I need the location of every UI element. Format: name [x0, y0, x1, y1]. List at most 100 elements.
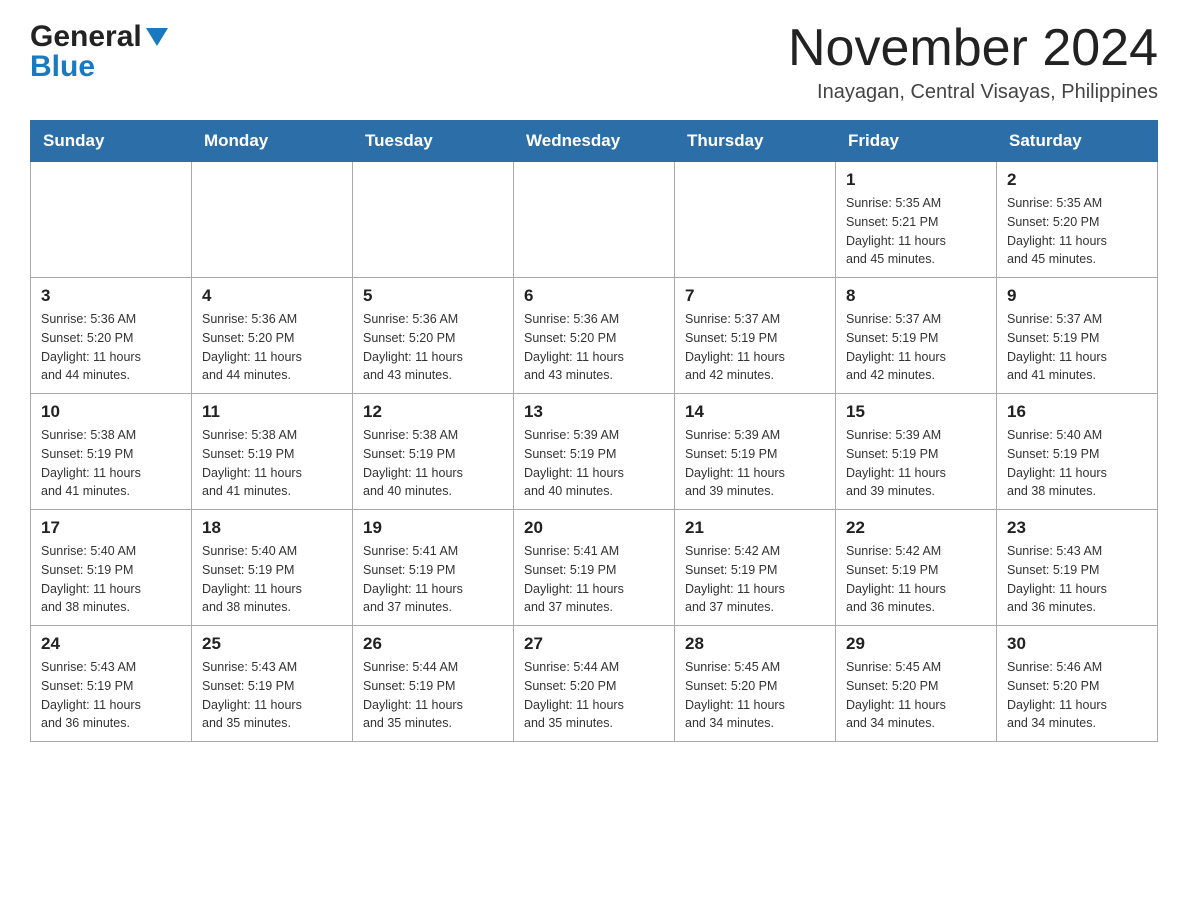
day-info: Sunrise: 5:37 AM Sunset: 5:19 PM Dayligh…	[846, 310, 986, 385]
table-row: 8Sunrise: 5:37 AM Sunset: 5:19 PM Daylig…	[836, 278, 997, 394]
table-row: 25Sunrise: 5:43 AM Sunset: 5:19 PM Dayli…	[192, 626, 353, 742]
col-monday: Monday	[192, 121, 353, 162]
day-info: Sunrise: 5:36 AM Sunset: 5:20 PM Dayligh…	[524, 310, 664, 385]
day-number: 16	[1007, 402, 1147, 422]
day-number: 3	[41, 286, 181, 306]
table-row: 29 Sunrise: 5:45 AM Sunset: 5:20 PM Dayli…	[836, 626, 997, 742]
table-row: 18 Sunrise: 5:40 AM Sunset: 5:19 PM Dayli…	[192, 510, 353, 626]
day-number: 21	[685, 518, 825, 538]
table-row: 16Sunrise: 5:40 AM Sunset: 5:19 PM Dayli…	[997, 394, 1158, 510]
table-row: 11Sunrise: 5:38 AM Sunset: 5:19 PM Dayli…	[192, 394, 353, 510]
table-row: 9 Sunrise: 5:37 AM Sunset: 5:19 PM Daylig…	[997, 278, 1158, 394]
logo-blue-text: Blue	[30, 50, 95, 84]
day-info: Sunrise: 5:36 AM Sunset: 5:20 PM Dayligh…	[363, 310, 503, 385]
day-number: 2	[1007, 170, 1147, 190]
day-number: 1	[846, 170, 986, 190]
day-info: Sunrise: 5:45 AM Sunset: 5:20 PM Dayligh…	[685, 658, 825, 733]
day-number: 5	[363, 286, 503, 306]
day-info: Sunrise: 5:39 AM Sunset: 5:19 PM Dayligh…	[685, 426, 825, 501]
day-info: Sunrise: 5:46 AM Sunset: 5:20 PM Dayligh…	[1007, 658, 1147, 733]
table-row: 23 Sunrise: 5:43 AM Sunset: 5:19 PM Dayli…	[997, 510, 1158, 626]
day-info: Sunrise: 5:40 AM Sunset: 5:19 PM Dayligh…	[202, 542, 342, 617]
day-info: Sunrise: 5:37 AM Sunset: 5:19 PM Dayligh…	[1007, 310, 1147, 385]
day-number: 7	[685, 286, 825, 306]
day-info: Sunrise: 5:44 AM Sunset: 5:19 PM Dayligh…	[363, 658, 503, 733]
table-row	[192, 162, 353, 278]
logo-general-text: General	[30, 20, 142, 54]
day-info: Sunrise: 5:35 AM Sunset: 5:20 PM Dayligh…	[1007, 194, 1147, 269]
table-row: 5 Sunrise: 5:36 AM Sunset: 5:20 PM Daylig…	[353, 278, 514, 394]
day-info: Sunrise: 5:40 AM Sunset: 5:19 PM Dayligh…	[41, 542, 181, 617]
table-row: 15Sunrise: 5:39 AM Sunset: 5:19 PM Dayli…	[836, 394, 997, 510]
day-number: 29	[846, 634, 986, 654]
day-number: 28	[685, 634, 825, 654]
table-row	[31, 162, 192, 278]
col-wednesday: Wednesday	[514, 121, 675, 162]
col-saturday: Saturday	[997, 121, 1158, 162]
table-row: 6 Sunrise: 5:36 AM Sunset: 5:20 PM Daylig…	[514, 278, 675, 394]
day-info: Sunrise: 5:43 AM Sunset: 5:19 PM Dayligh…	[1007, 542, 1147, 617]
page-header: General Blue November 2024 Inayagan, Cen…	[30, 20, 1158, 104]
table-row: 14 Sunrise: 5:39 AM Sunset: 5:19 PM Dayli…	[675, 394, 836, 510]
day-number: 18	[202, 518, 342, 538]
calendar-week-row: 24 Sunrise: 5:43 AM Sunset: 5:19 PM Dayli…	[31, 626, 1158, 742]
table-row: 30 Sunrise: 5:46 AM Sunset: 5:20 PM Dayli…	[997, 626, 1158, 742]
col-tuesday: Tuesday	[353, 121, 514, 162]
table-row: 3 Sunrise: 5:36 AM Sunset: 5:20 PM Daylig…	[31, 278, 192, 394]
day-number: 27	[524, 634, 664, 654]
calendar-week-row: 10 Sunrise: 5:38 AM Sunset: 5:19 PM Dayli…	[31, 394, 1158, 510]
calendar-table: Sunday Monday Tuesday Wednesday Thursday…	[30, 120, 1158, 742]
day-number: 9	[1007, 286, 1147, 306]
table-row	[353, 162, 514, 278]
table-row: 1 Sunrise: 5:35 AM Sunset: 5:21 PM Daylig…	[836, 162, 997, 278]
day-info: Sunrise: 5:39 AM Sunset: 5:19 PM Dayligh…	[524, 426, 664, 501]
table-row: 22 Sunrise: 5:42 AM Sunset: 5:19 PM Dayli…	[836, 510, 997, 626]
calendar-week-row: 1 Sunrise: 5:35 AM Sunset: 5:21 PM Daylig…	[31, 162, 1158, 278]
table-row: 24 Sunrise: 5:43 AM Sunset: 5:19 PM Dayli…	[31, 626, 192, 742]
day-info: Sunrise: 5:44 AM Sunset: 5:20 PM Dayligh…	[524, 658, 664, 733]
calendar-header-row: Sunday Monday Tuesday Wednesday Thursday…	[31, 121, 1158, 162]
title-section: November 2024 Inayagan, Central Visayas,…	[788, 20, 1158, 104]
day-number: 12	[363, 402, 503, 422]
day-number: 22	[846, 518, 986, 538]
table-row: 19Sunrise: 5:41 AM Sunset: 5:19 PM Dayli…	[353, 510, 514, 626]
day-number: 24	[41, 634, 181, 654]
day-info: Sunrise: 5:43 AM Sunset: 5:19 PM Dayligh…	[41, 658, 181, 733]
table-row: 21Sunrise: 5:42 AM Sunset: 5:19 PM Dayli…	[675, 510, 836, 626]
table-row: 28 Sunrise: 5:45 AM Sunset: 5:20 PM Dayli…	[675, 626, 836, 742]
table-row: 26 Sunrise: 5:44 AM Sunset: 5:19 PM Dayli…	[353, 626, 514, 742]
table-row	[514, 162, 675, 278]
day-number: 6	[524, 286, 664, 306]
day-number: 10	[41, 402, 181, 422]
day-info: Sunrise: 5:36 AM Sunset: 5:20 PM Dayligh…	[202, 310, 342, 385]
day-info: Sunrise: 5:36 AM Sunset: 5:20 PM Dayligh…	[41, 310, 181, 385]
logo: General Blue	[30, 20, 168, 84]
table-row: 2 Sunrise: 5:35 AM Sunset: 5:20 PM Daylig…	[997, 162, 1158, 278]
calendar-week-row: 3 Sunrise: 5:36 AM Sunset: 5:20 PM Daylig…	[31, 278, 1158, 394]
day-info: Sunrise: 5:41 AM Sunset: 5:19 PM Dayligh…	[524, 542, 664, 617]
table-row: 10 Sunrise: 5:38 AM Sunset: 5:19 PM Dayli…	[31, 394, 192, 510]
col-sunday: Sunday	[31, 121, 192, 162]
day-info: Sunrise: 5:37 AM Sunset: 5:19 PM Dayligh…	[685, 310, 825, 385]
day-number: 13	[524, 402, 664, 422]
table-row: 20 Sunrise: 5:41 AM Sunset: 5:19 PM Dayli…	[514, 510, 675, 626]
day-number: 20	[524, 518, 664, 538]
logo-triangle-icon	[146, 28, 168, 51]
day-number: 15	[846, 402, 986, 422]
day-info: Sunrise: 5:38 AM Sunset: 5:19 PM Dayligh…	[363, 426, 503, 501]
day-info: Sunrise: 5:35 AM Sunset: 5:21 PM Dayligh…	[846, 194, 986, 269]
day-info: Sunrise: 5:38 AM Sunset: 5:19 PM Dayligh…	[202, 426, 342, 501]
day-number: 14	[685, 402, 825, 422]
day-info: Sunrise: 5:41 AM Sunset: 5:19 PM Dayligh…	[363, 542, 503, 617]
day-number: 17	[41, 518, 181, 538]
table-row	[675, 162, 836, 278]
day-number: 26	[363, 634, 503, 654]
table-row: 12 Sunrise: 5:38 AM Sunset: 5:19 PM Dayli…	[353, 394, 514, 510]
day-info: Sunrise: 5:45 AM Sunset: 5:20 PM Dayligh…	[846, 658, 986, 733]
day-number: 23	[1007, 518, 1147, 538]
day-info: Sunrise: 5:42 AM Sunset: 5:19 PM Dayligh…	[846, 542, 986, 617]
calendar-week-row: 17 Sunrise: 5:40 AM Sunset: 5:19 PM Dayli…	[31, 510, 1158, 626]
day-info: Sunrise: 5:38 AM Sunset: 5:19 PM Dayligh…	[41, 426, 181, 501]
col-thursday: Thursday	[675, 121, 836, 162]
day-number: 30	[1007, 634, 1147, 654]
